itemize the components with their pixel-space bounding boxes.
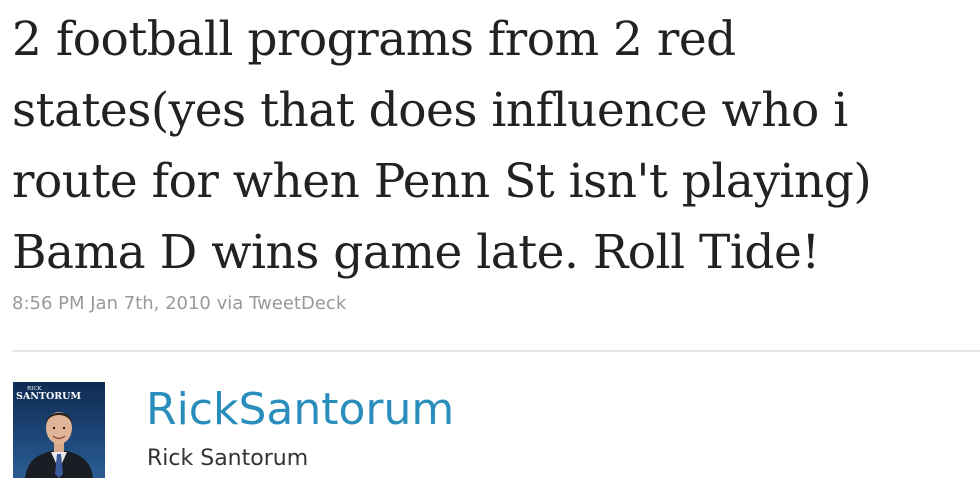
author-full-name: Rick Santorum	[147, 446, 309, 471]
tweet-timestamp[interactable]: 8:56 PM Jan 7th, 2010	[12, 293, 211, 314]
avatar-caption-large: SANTORUM	[16, 391, 81, 402]
via-label: via	[216, 293, 244, 314]
tweet-meta: 8:56 PM Jan 7th, 2010 via TweetDeck	[12, 293, 346, 314]
tweet-text: 2 football programs from 2 red states(ye…	[12, 12, 872, 280]
tweet-source-link[interactable]: TweetDeck	[249, 293, 346, 314]
author-screen-name-link[interactable]: RickSantorum	[146, 380, 454, 440]
divider	[12, 350, 980, 352]
avatar[interactable]: RICK SANTORUM	[13, 382, 105, 478]
